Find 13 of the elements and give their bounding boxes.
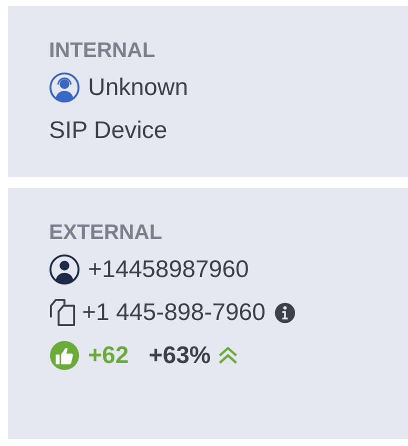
agent-headset-icon [49, 72, 80, 103]
score-value: +62 [88, 342, 129, 370]
device-type: SIP Device [49, 116, 168, 144]
copy-icon[interactable] [49, 298, 76, 327]
contact-name: Unknown [88, 74, 188, 102]
section-heading: EXTERNAL [49, 220, 162, 246]
user-avatar-icon [49, 254, 80, 285]
formatted-phone-number: +1 445-898-7960 [82, 298, 266, 326]
section-heading: INTERNAL [49, 38, 156, 64]
thumbs-up-icon [49, 340, 80, 371]
change-percentage: +63% [148, 342, 211, 370]
phone-number: +14458987960 [88, 256, 249, 284]
info-icon[interactable] [274, 302, 296, 324]
